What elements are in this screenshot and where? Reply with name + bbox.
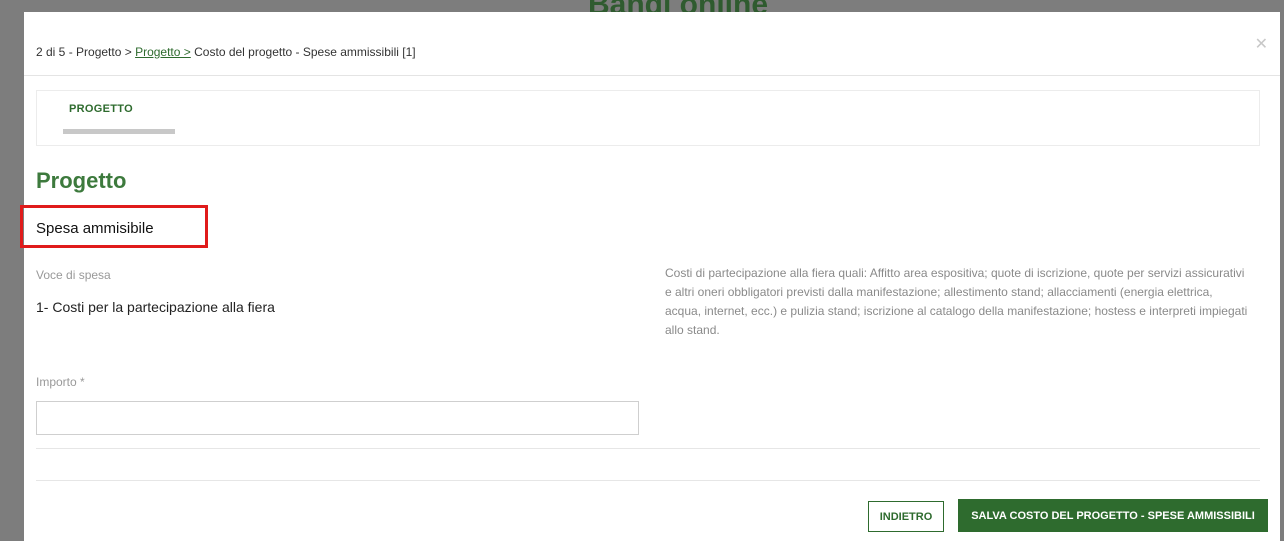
breadcrumb-current: Costo del progetto - Spese ammissibili [… — [194, 45, 416, 59]
voce-description: Costi di partecipazione alla fiera quali… — [665, 266, 1248, 337]
modal-dialog: 2 di 5 - Progetto > Progetto > Costo del… — [20, 12, 1280, 541]
section-title: Progetto — [36, 168, 127, 193]
modal-header: 2 di 5 - Progetto > Progetto > Costo del… — [24, 12, 1280, 76]
back-button[interactable]: INDIETRO — [868, 501, 944, 532]
breadcrumb: 2 di 5 - Progetto > Progetto > Costo del… — [36, 45, 416, 59]
tab-bar: PROGETTO — [36, 90, 1260, 146]
tab-progress-indicator — [63, 129, 175, 134]
importo-input[interactable] — [36, 401, 639, 435]
breadcrumb-step: 2 di 5 - Progetto > — [36, 45, 132, 59]
voce-label: Voce di spesa — [36, 268, 111, 282]
close-icon[interactable]: ✕ — [1255, 34, 1268, 54]
tab-progetto[interactable]: PROGETTO — [69, 103, 133, 115]
subsection-title: Spesa ammisibile — [36, 220, 154, 237]
voce-value: 1- Costi per la partecipazione alla fier… — [36, 299, 275, 315]
save-button[interactable]: SALVA COSTO DEL PROGETTO - SPESE AMMISSI… — [958, 499, 1268, 532]
divider — [36, 448, 1260, 449]
breadcrumb-link-progetto[interactable]: Progetto > — [135, 45, 191, 59]
footer-divider — [36, 480, 1260, 481]
importo-label: Importo * — [36, 375, 85, 389]
